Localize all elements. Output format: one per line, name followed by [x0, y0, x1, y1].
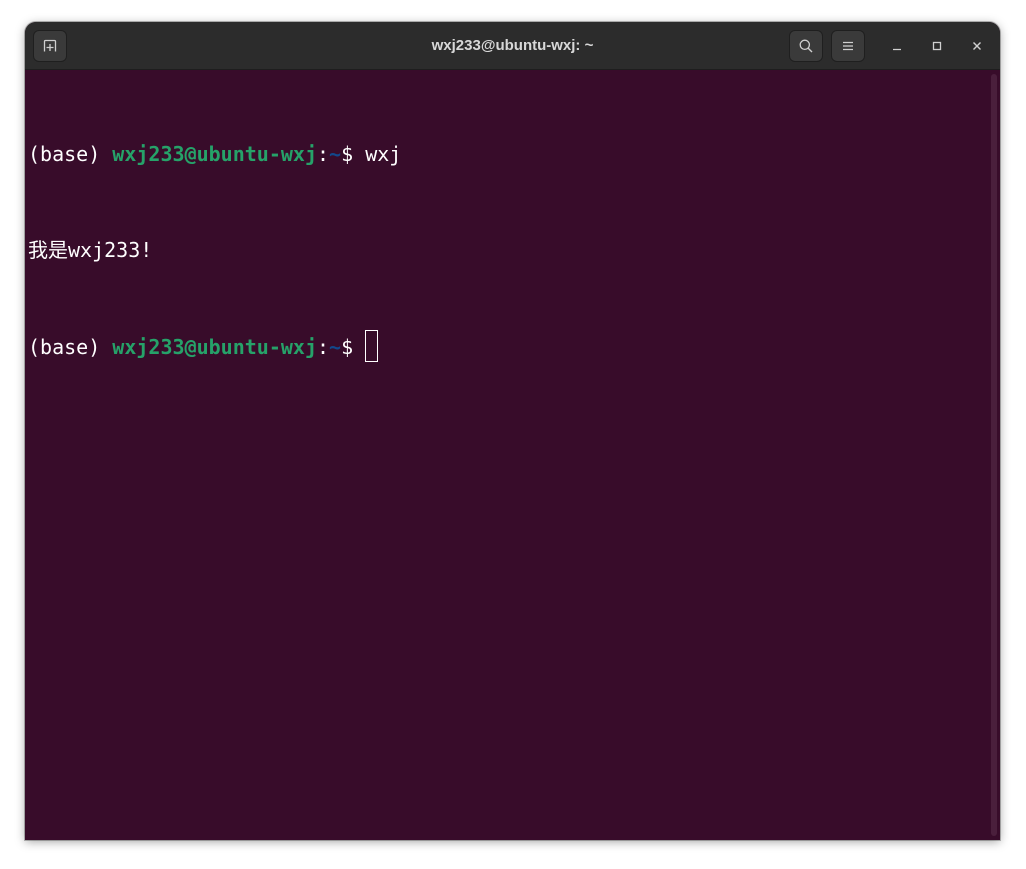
prompt-colon: : — [317, 142, 330, 166]
conda-env: (base) — [28, 335, 113, 359]
maximize-icon — [932, 41, 942, 51]
hamburger-menu-icon — [843, 41, 853, 51]
terminal-output: (base) wxj233@ubuntu-wxj:~$ wxj 我是wxj233… — [28, 74, 401, 426]
command-output: 我是wxj233! — [28, 238, 153, 262]
prompt-colon: : — [317, 335, 330, 359]
terminal-area[interactable]: (base) wxj233@ubuntu-wxj:~$ wxj 我是wxj233… — [25, 70, 1000, 840]
output-line: 我是wxj233! — [28, 234, 401, 266]
prompt-path: ~ — [329, 142, 342, 166]
prompt-user-host: wxj233@ubuntu-wxj — [112, 142, 317, 166]
search-icon — [799, 39, 813, 53]
search-button[interactable] — [789, 30, 823, 62]
text-cursor — [365, 330, 379, 362]
prompt-line: (base) wxj233@ubuntu-wxj:~$ — [28, 330, 401, 362]
minimize-button[interactable] — [885, 34, 909, 58]
scrollbar[interactable] — [991, 74, 997, 836]
prompt-path: ~ — [329, 335, 342, 359]
conda-env: (base) — [28, 142, 113, 166]
title-bar[interactable]: wxj233@ubuntu-wxj: ~ — [25, 22, 1000, 70]
terminal-window: wxj233@ubuntu-wxj: ~ (base) wxj233@ubunt… — [25, 22, 1000, 840]
new-tab-button[interactable] — [33, 30, 67, 62]
prompt-user-host: wxj233@ubuntu-wxj — [112, 335, 317, 359]
maximize-button[interactable] — [925, 34, 949, 58]
new-tab-icon — [43, 39, 57, 52]
command-text: wxj — [365, 142, 402, 166]
minimize-icon — [893, 48, 901, 51]
prompt-symbol: $ — [341, 142, 366, 166]
prompt-symbol: $ — [341, 335, 366, 359]
close-button[interactable] — [965, 34, 989, 58]
menu-button[interactable] — [831, 30, 865, 62]
close-icon — [973, 42, 981, 50]
prompt-line: (base) wxj233@ubuntu-wxj:~$ wxj — [28, 138, 401, 170]
